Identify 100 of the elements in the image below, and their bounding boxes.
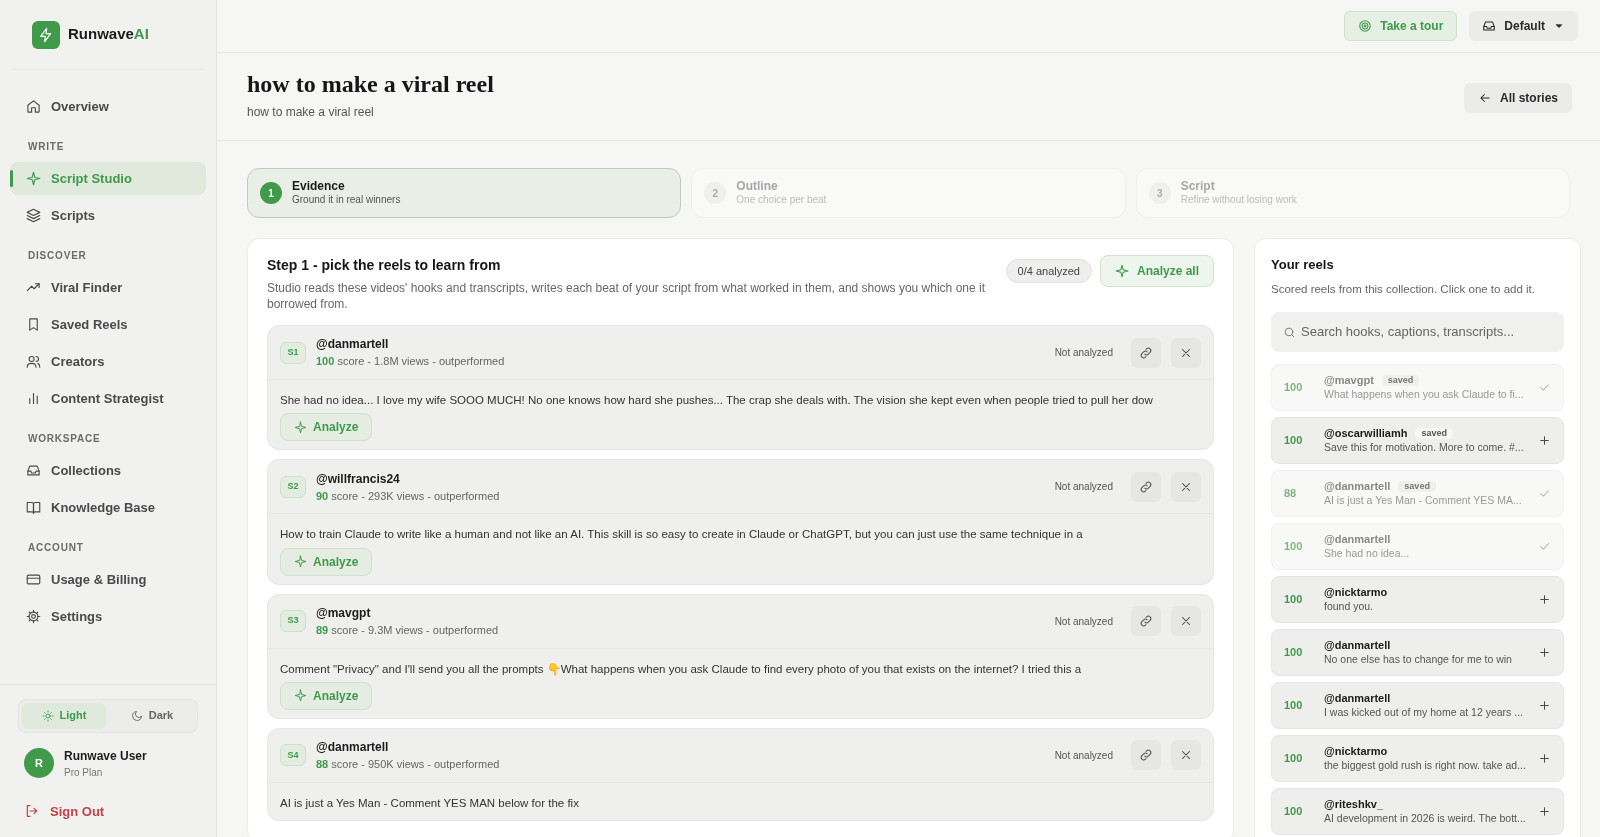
creator-handle: @oscarwilliamh bbox=[1324, 426, 1408, 441]
arrow-left-icon bbox=[1477, 91, 1492, 105]
search-field[interactable]: Search hooks, captions, transcripts... bbox=[1271, 311, 1564, 352]
section-heading: ACCOUNT bbox=[27, 541, 85, 555]
reel-stats: 100 score - 1.8M views - outperformed bbox=[316, 354, 506, 370]
link-button[interactable] bbox=[1131, 606, 1161, 636]
users-icon bbox=[26, 354, 41, 369]
plus-icon bbox=[1537, 804, 1551, 818]
reel-list-item[interactable]: 100 @oscarwilliamh saved Save this for motivation. More to come. #... bbox=[1271, 416, 1564, 464]
link-icon bbox=[1139, 614, 1153, 628]
creator-handle: @danmartell bbox=[1324, 691, 1391, 706]
sidebar-item[interactable]: Knowledge Base bbox=[10, 491, 206, 524]
reel-list-item[interactable]: 100 @mavgpt saved What happens when you ask Claude to fi... bbox=[1271, 363, 1564, 411]
step-title: Evidence bbox=[292, 179, 346, 195]
reel-score: 100 bbox=[1284, 698, 1304, 713]
card-title: Step 1 - pick the reels to learn from bbox=[267, 256, 502, 275]
source-tag: S4 bbox=[280, 744, 306, 767]
sidebar-item[interactable]: Creators bbox=[10, 345, 206, 378]
sidebar-item[interactable]: Content Strategist bbox=[10, 382, 206, 415]
link-button[interactable] bbox=[1131, 740, 1161, 771]
creator-handle: @danmartell bbox=[1324, 532, 1391, 547]
creator-handle: @danmartell bbox=[316, 336, 390, 354]
reel-snippet: I was kicked out of my home at 12 years ... bbox=[1324, 705, 1524, 719]
link-button[interactable] bbox=[1131, 471, 1161, 502]
reel-stats: 88 score - 950K views - outperformed bbox=[316, 757, 501, 772]
bolt-icon bbox=[38, 26, 54, 43]
workspace-dropdown[interactable]: Default bbox=[1469, 11, 1578, 41]
reel-transcript: How to train Claude to write like a human and not like an AI. This skill is so easy to create in Claude or ChatGPT, but you can just use the same technique in a bbox=[280, 527, 1083, 543]
close-icon bbox=[1179, 614, 1193, 628]
bookmark-icon bbox=[26, 317, 41, 332]
analysis-status: Not analyzed bbox=[1054, 480, 1113, 495]
page-subtitle: how to make a viral reel bbox=[247, 104, 375, 121]
creator-handle: @danmartell bbox=[316, 739, 390, 756]
creator-handle: @willfrancis24 bbox=[316, 470, 401, 488]
page-title: how to make a viral reel bbox=[247, 70, 494, 99]
saved-badge: saved bbox=[1415, 428, 1453, 440]
sidebar-item[interactable]: Viral Finder bbox=[10, 271, 206, 304]
moon-icon bbox=[130, 709, 143, 722]
link-icon bbox=[1139, 479, 1153, 494]
plus-icon bbox=[1537, 751, 1551, 765]
sidebar-item[interactable]: Collections bbox=[10, 454, 206, 487]
creator-handle: @mavgpt bbox=[316, 604, 372, 622]
reel-score: 100 bbox=[1284, 539, 1304, 554]
plus-icon bbox=[1537, 645, 1551, 659]
reel-snippet: the biggest gold rush is right now. take ad... bbox=[1324, 758, 1526, 772]
reel-score: 88 bbox=[1284, 486, 1298, 501]
section-heading: WORKSPACE bbox=[27, 432, 102, 446]
reel-list-item[interactable]: 100 @riteshkv_ AI development in 2026 is weird. The bott... bbox=[1271, 787, 1564, 835]
step-caption: One choice per beat bbox=[736, 194, 827, 207]
link-button[interactable] bbox=[1131, 337, 1161, 368]
reel-snippet: She had no idea... bbox=[1324, 546, 1411, 560]
book-icon bbox=[26, 500, 41, 515]
card-description: Studio reads these videos' hooks and transcripts, writes each beat of your script from what worked in them, and shows you which one it borrowed from. bbox=[267, 280, 986, 312]
reel-score: 100 bbox=[1284, 380, 1304, 395]
layers-icon bbox=[26, 208, 41, 223]
bar-chart-icon bbox=[26, 391, 41, 406]
card-icon bbox=[26, 572, 41, 587]
reel-list-item[interactable]: 100 @danmartell I was kicked out of my home at 12 years ... bbox=[1271, 681, 1564, 729]
link-icon bbox=[1139, 345, 1153, 360]
step-number: 3 bbox=[1148, 182, 1171, 204]
reel-snippet: Save this for motivation. More to come. #... bbox=[1324, 440, 1525, 454]
step-number: 2 bbox=[704, 182, 727, 204]
search-icon bbox=[1283, 325, 1296, 339]
logout-icon bbox=[24, 803, 40, 820]
sidebar-item[interactable]: Scripts bbox=[10, 199, 206, 232]
reel-transcript: AI is just a Yes Man - Comment YES MAN below for the fix bbox=[280, 795, 579, 811]
reel-list-item[interactable]: 100 @danmartell No one else has to change for me to win bbox=[1271, 628, 1564, 676]
reel-list-item[interactable]: 88 @danmartell saved AI is just a Yes Man - Comment YES MA... bbox=[1271, 469, 1564, 517]
step-tab[interactable]: 1 Evidence Ground it in real winners bbox=[247, 168, 682, 218]
reel-score: 100 bbox=[1284, 433, 1304, 448]
saved-badge: saved bbox=[1381, 375, 1420, 387]
sparkle-icon bbox=[294, 555, 307, 568]
analysis-status: Not analyzed bbox=[1054, 748, 1113, 763]
sidebar-item[interactable]: Settings bbox=[10, 600, 206, 633]
inbox-icon bbox=[26, 463, 41, 478]
step-title: Outline bbox=[736, 179, 779, 195]
creator-handle: @danmartell bbox=[1324, 638, 1391, 653]
analysis-status: Not analyzed bbox=[1054, 346, 1113, 360]
reel-snippet: AI development in 2026 is weird. The bott... bbox=[1324, 811, 1526, 825]
step-caption: Refine without losing work bbox=[1180, 194, 1297, 207]
reel-list-item[interactable]: 100 @nicktarmo found you. bbox=[1271, 575, 1564, 623]
sparkle-icon bbox=[294, 420, 307, 434]
reel-score: 100 bbox=[1284, 804, 1304, 819]
theme-toggle[interactable]: Dark bbox=[110, 702, 194, 729]
reel-score: 100 bbox=[1284, 645, 1304, 660]
sidebar-item[interactable]: Usage & Billing bbox=[10, 563, 206, 596]
reel-score: 100 bbox=[1284, 751, 1304, 766]
section-heading: DISCOVER bbox=[27, 249, 88, 263]
sparkle-icon bbox=[26, 171, 41, 186]
reel-score: 100 bbox=[1284, 592, 1304, 607]
sparkle-icon bbox=[294, 689, 307, 703]
back-button[interactable]: All stories bbox=[1463, 83, 1572, 113]
reel-list-item[interactable]: 100 @nicktarmo the biggest gold rush is right now. take ad... bbox=[1271, 734, 1564, 782]
home-icon bbox=[26, 99, 41, 114]
sidebar-item[interactable]: Overview bbox=[10, 90, 206, 123]
inbox-icon bbox=[1482, 19, 1497, 33]
creator-handle: @danmartell bbox=[1324, 479, 1391, 494]
sparkle-icon bbox=[1114, 264, 1129, 278]
sidebar-item[interactable]: Saved Reels bbox=[10, 308, 206, 341]
sign-out-link[interactable]: Sign Out bbox=[18, 801, 198, 821]
